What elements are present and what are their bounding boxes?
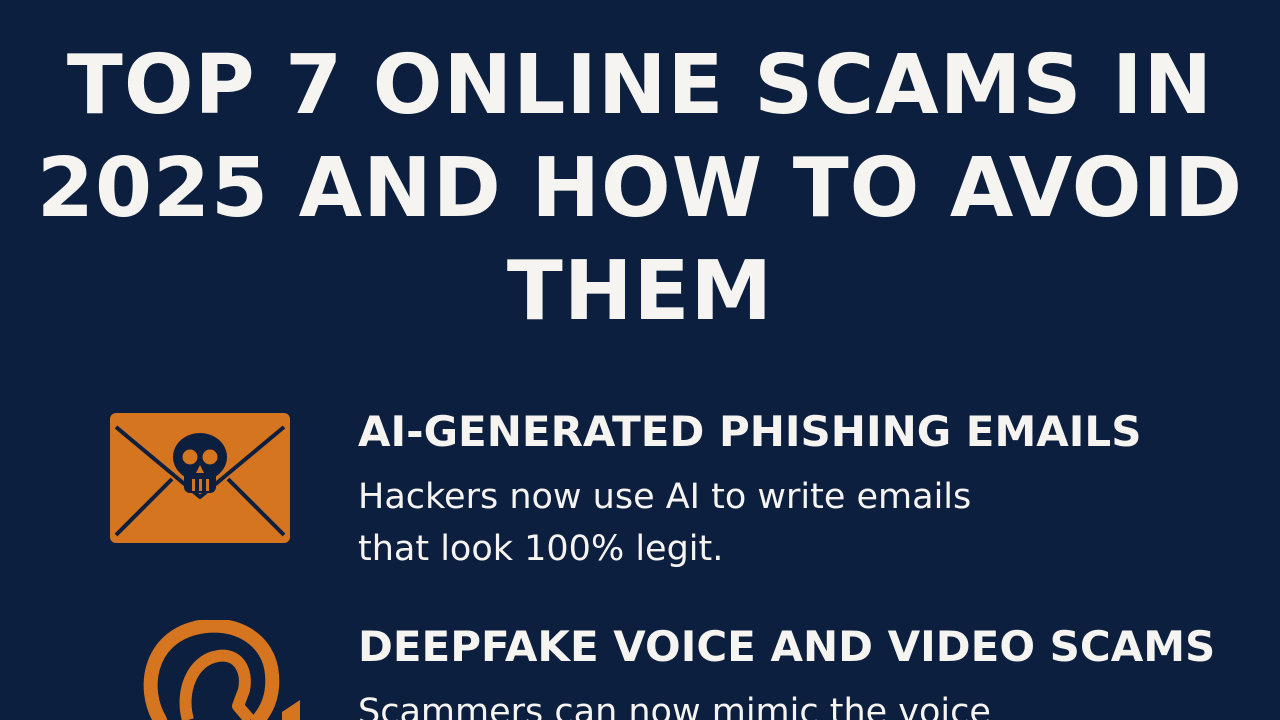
title-line-2: 2025 AND HOW TO AVOID — [36, 141, 1244, 236]
phishing-envelope-icon — [110, 413, 290, 547]
item-description-line: that look 100% legit. — [358, 529, 724, 569]
item-description-line: Scammers can now mimic the voice — [358, 692, 991, 720]
title-line-3: THEM — [506, 244, 774, 339]
item-heading: AI-GENERATED PHISHING EMAILS — [358, 407, 1142, 456]
item-description: Hackers now use AI to write emails that … — [358, 471, 1178, 575]
title-line-1: TOP 7 ONLINE SCAMS IN — [66, 38, 1214, 133]
item-description-line: Hackers now use AI to write emails — [358, 477, 972, 517]
item-description: Scammers can now mimic the voice — [358, 686, 1178, 720]
item-heading: DEEPFAKE VOICE AND VIDEO SCAMS — [358, 622, 1216, 671]
deepfake-voice-icon — [140, 618, 310, 720]
page-title: TOP 7 ONLINE SCAMS IN 2025 AND HOW TO AV… — [0, 34, 1280, 343]
